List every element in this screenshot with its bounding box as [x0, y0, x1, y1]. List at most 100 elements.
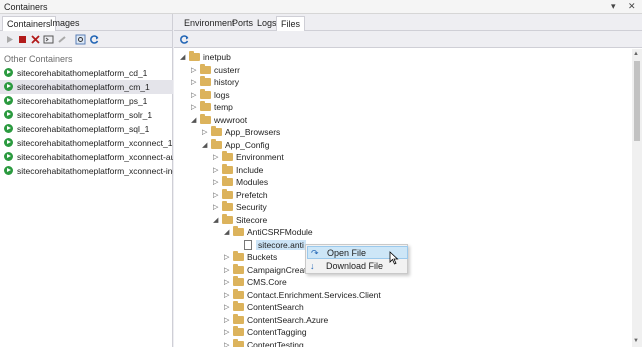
running-status-icon	[4, 68, 13, 77]
open-file-icon: ↷	[311, 248, 319, 258]
running-status-icon	[4, 110, 13, 119]
container-name: sitecorehabitathomeplatform_xconnect-aut…	[17, 152, 173, 162]
expanded-arrow-icon[interactable]: ◢	[213, 216, 218, 224]
tree-node-label: Contact.Enrichment.Services.Client	[247, 289, 381, 300]
collapsed-arrow-icon[interactable]: ▷	[213, 166, 218, 174]
collapsed-arrow-icon[interactable]: ▷	[224, 266, 229, 274]
container-item[interactable]: sitecorehabitathomeplatform_xconnect-aut…	[0, 150, 173, 164]
container-item[interactable]: sitecorehabitathomeplatform_xconnect_1	[0, 136, 173, 150]
file-icon	[244, 239, 252, 250]
right-tabs: Environment Ports Logs Files	[174, 14, 642, 31]
collapsed-arrow-icon[interactable]: ▷	[191, 66, 196, 74]
tree-node-label: Prefetch	[236, 189, 268, 200]
folder-icon	[222, 151, 233, 161]
running-status-icon	[4, 138, 13, 147]
collapsed-arrow-icon[interactable]: ▷	[213, 153, 218, 161]
folder-icon	[200, 88, 211, 99]
left-toolbar	[0, 31, 172, 48]
mouse-cursor-icon	[389, 251, 399, 265]
scroll-up-icon[interactable]: ▲	[633, 51, 639, 57]
files-toolbar	[174, 31, 642, 48]
tree-node-label: ContentSearch	[247, 302, 304, 312]
collapsed-arrow-icon[interactable]: ▷	[191, 91, 196, 99]
scroll-down-icon[interactable]: ▼	[633, 338, 639, 344]
collapsed-arrow-icon[interactable]: ▷	[224, 278, 229, 286]
terminal-icon[interactable]	[43, 34, 54, 45]
tab-images[interactable]: Images	[46, 16, 84, 31]
collapsed-arrow-icon[interactable]: ▷	[224, 253, 229, 261]
scrollbar[interactable]: ▲ ▼	[632, 49, 642, 347]
remove-icon[interactable]	[30, 34, 41, 45]
refresh-icon[interactable]	[179, 34, 190, 45]
stop-icon[interactable]	[17, 34, 28, 45]
section-title: Other Containers	[4, 54, 73, 64]
collapsed-arrow-icon[interactable]: ▷	[224, 328, 229, 336]
collapsed-arrow-icon[interactable]: ▷	[213, 191, 218, 199]
tree-node-label: wwwroot	[214, 114, 248, 125]
folder-icon	[222, 176, 233, 186]
folder-icon	[233, 301, 244, 311]
running-status-icon	[4, 96, 13, 105]
tree-node-label: Environment	[236, 152, 284, 162]
pin-icon[interactable]: ▾	[611, 1, 616, 12]
collapsed-arrow-icon[interactable]: ▷	[224, 303, 229, 311]
open-file-label: Open File	[327, 248, 367, 258]
folder-icon	[200, 63, 211, 74]
tree-node-label: CampaignCreat	[247, 264, 307, 275]
collapsed-arrow-icon[interactable]: ▷	[191, 103, 196, 111]
folder-icon	[233, 313, 244, 324]
attach-icon[interactable]	[57, 34, 68, 45]
tab-files[interactable]: Files	[276, 16, 306, 31]
folder-icon	[233, 288, 244, 299]
start-icon[interactable]	[4, 34, 15, 45]
collapsed-arrow-icon[interactable]: ▷	[224, 341, 229, 347]
container-list: sitecorehabitathomeplatform_cd_1 sitecore…	[0, 66, 173, 178]
containers-panel: Containers Images Other Containers sitec…	[0, 14, 173, 347]
container-item[interactable]: sitecorehabitathomeplatform_solr_1	[0, 108, 173, 122]
running-status-icon	[4, 152, 13, 161]
collapsed-arrow-icon[interactable]: ▷	[224, 316, 229, 324]
container-name: sitecorehabitathomeplatform_sql_1	[17, 124, 150, 134]
container-item[interactable]: sitecorehabitathomeplatform_cm_1	[0, 80, 173, 94]
collapsed-arrow-icon[interactable]: ▷	[213, 178, 218, 186]
container-item[interactable]: sitecorehabitathomeplatform_cd_1	[0, 66, 173, 80]
expanded-arrow-icon[interactable]: ◢	[202, 141, 207, 149]
title-bar: Containers ▾ ✕	[0, 0, 642, 14]
scroll-thumb[interactable]	[634, 61, 640, 141]
close-icon[interactable]: ✕	[628, 1, 636, 12]
container-item[interactable]: sitecorehabitathomeplatform_xconnect-ind…	[0, 164, 173, 178]
folder-icon	[233, 338, 244, 347]
tree-node-label: history	[214, 77, 240, 87]
refresh-icon[interactable]	[89, 34, 100, 45]
expanded-arrow-icon[interactable]: ◢	[191, 116, 196, 124]
container-name: sitecorehabitathomeplatform_cm_1	[17, 82, 150, 92]
window-title: Containers	[4, 2, 48, 12]
expanded-arrow-icon[interactable]: ◢	[224, 228, 229, 236]
tree-node-label: ContentSearch.Azure	[247, 314, 329, 325]
folder-icon	[222, 188, 233, 199]
tree-node-label: ContentTesting	[247, 339, 304, 347]
left-tabs: Containers Images	[0, 14, 172, 31]
download-file-label: Download File	[326, 261, 384, 271]
container-name: sitecorehabitathomeplatform_xconnect-ind…	[17, 166, 173, 176]
tree-node-label: AntiCSRFModule	[247, 227, 313, 237]
tree-node-label: App_Browsers	[225, 127, 281, 137]
collapsed-arrow-icon[interactable]: ▷	[213, 203, 218, 211]
container-name: sitecorehabitathomeplatform_ps_1	[17, 96, 148, 106]
container-item[interactable]: sitecorehabitathomeplatform_sql_1	[0, 122, 173, 136]
collapsed-arrow-icon[interactable]: ▷	[202, 128, 207, 136]
folder-icon	[200, 101, 211, 111]
folder-icon	[233, 326, 244, 336]
tree-node-label: Include	[236, 164, 264, 175]
container-name: sitecorehabitathomeplatform_solr_1	[17, 110, 153, 120]
folder-icon	[189, 51, 200, 61]
tree-node-label: Security	[236, 202, 267, 212]
container-name: sitecorehabitathomeplatform_xconnect_1	[17, 138, 173, 148]
container-item[interactable]: sitecorehabitathomeplatform_ps_1	[0, 94, 173, 108]
collapsed-arrow-icon[interactable]: ▷	[191, 78, 196, 86]
tree-node-label: ContentTagging	[247, 327, 307, 337]
settings-icon[interactable]	[75, 34, 86, 45]
expanded-arrow-icon[interactable]: ◢	[180, 53, 185, 61]
collapsed-arrow-icon[interactable]: ▷	[224, 291, 229, 299]
tree-node-label: Buckets	[247, 252, 278, 262]
